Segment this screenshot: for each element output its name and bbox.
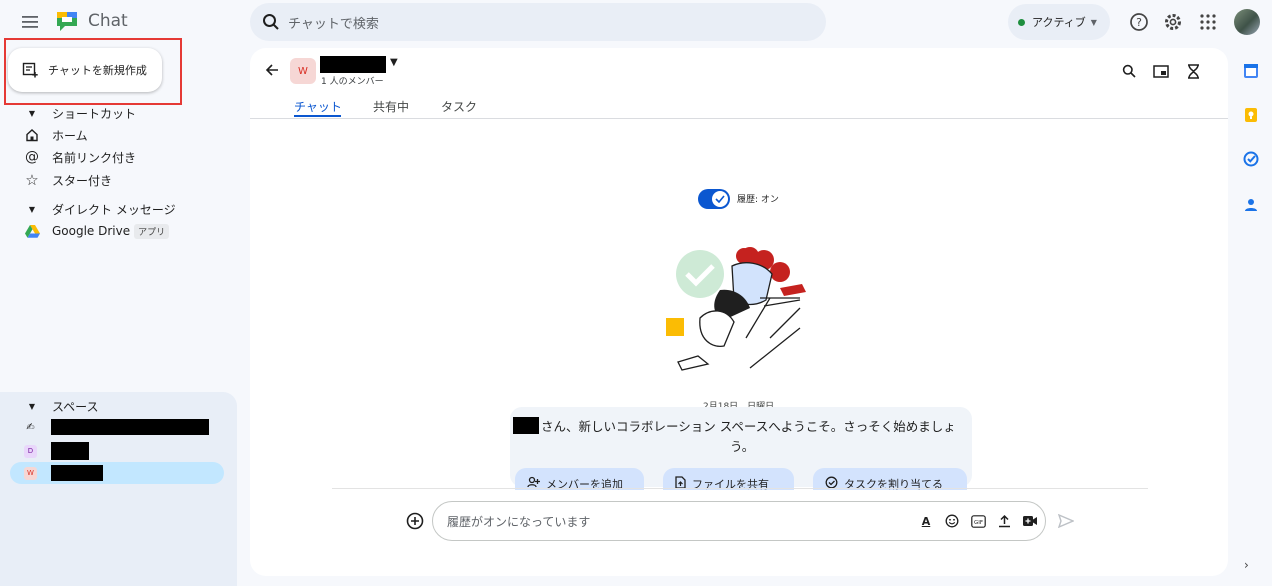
main-menu-button[interactable] [14, 8, 46, 36]
google-drive-icon [24, 224, 40, 238]
send-icon [1058, 514, 1074, 528]
gif-icon[interactable]: GIF [967, 510, 989, 532]
sidebar-item-label: 名前リンク付き [52, 150, 137, 165]
gear-icon [1165, 14, 1181, 30]
redacted-space-name [51, 419, 209, 435]
direct-messages-label: ダイレクト メッセージ [52, 202, 176, 217]
svg-text:GIF: GIF [973, 520, 982, 526]
space-item[interactable]: D [10, 440, 224, 462]
app-title: Chat [88, 11, 128, 31]
history-toggle[interactable] [698, 189, 730, 209]
shortcuts-section-toggle[interactable]: ▼ ショートカット [22, 102, 136, 124]
sidebar-item-label: スター付き [52, 173, 113, 188]
welcome-message: さん、新しいコラボレーション スペースへようこそ。さっそく始めましょ [541, 419, 956, 434]
at-sign-icon: @ [25, 149, 39, 165]
space-item-active[interactable]: W [10, 462, 224, 484]
space-avatar: W [290, 58, 316, 84]
history-label: 履歴: オン [737, 195, 779, 205]
tab-tasks[interactable]: タスク [441, 98, 477, 115]
format-text-icon[interactable]: A [915, 510, 937, 532]
space-details-button[interactable] [1182, 60, 1204, 82]
back-button[interactable] [262, 60, 282, 80]
status-dropdown[interactable]: アクティブ ▼ [1008, 4, 1110, 40]
spaces-label: スペース [52, 399, 99, 414]
sidebar-item-home[interactable]: ホーム [22, 124, 88, 146]
checkmark-icon [715, 195, 725, 203]
welcome-illustration [660, 238, 820, 378]
arrow-left-icon [265, 64, 278, 76]
emoji-icon[interactable] [941, 510, 963, 532]
add-members-button[interactable]: メンバーを追加 [515, 468, 644, 490]
video-meet-icon[interactable] [1019, 510, 1041, 532]
search-icon [1122, 64, 1136, 78]
send-button[interactable] [1055, 510, 1077, 532]
highlight-outline [4, 38, 182, 105]
direct-messages-section-toggle[interactable]: ▼ ダイレクト メッセージ [22, 198, 176, 220]
help-button[interactable]: ? [1126, 9, 1152, 35]
sidebar-item-mentions[interactable]: @ 名前リンク付き [22, 146, 136, 168]
redacted-space-title[interactable] [320, 56, 386, 73]
tab-divider [250, 118, 1228, 119]
keep-icon[interactable] [1240, 104, 1262, 126]
message-input[interactable]: 履歴がオンになっています [447, 513, 915, 530]
sidebar-item-google-drive[interactable]: Google Drive アプリ [22, 220, 170, 242]
tab-shared[interactable]: 共有中 [373, 98, 409, 115]
active-tab-indicator [294, 115, 341, 117]
composer-divider [332, 488, 1148, 489]
upload-icon[interactable] [993, 510, 1015, 532]
settings-button[interactable] [1160, 9, 1186, 35]
search-placeholder: チャットで検索 [288, 16, 379, 32]
shortcuts-label: ショートカット [52, 106, 137, 121]
active-status-dot [1018, 18, 1025, 26]
caret-down-icon: ▼ [28, 401, 36, 411]
space-w-badge: W [24, 466, 37, 480]
apps-grid-icon [1200, 14, 1216, 30]
message-composer[interactable]: 履歴がオンになっています A GIF [432, 501, 1046, 541]
chevron-down-icon[interactable]: ▼ [390, 57, 398, 68]
tasks-icon[interactable] [1240, 148, 1262, 170]
svg-text:?: ? [1136, 16, 1142, 29]
caret-down-icon: ▼ [28, 108, 36, 118]
contacts-icon[interactable] [1240, 194, 1262, 216]
caret-down-icon: ▼ [28, 204, 36, 214]
account-avatar[interactable] [1234, 9, 1260, 35]
redacted-user-name [513, 417, 539, 434]
search-icon [263, 14, 279, 30]
plus-circle-icon [406, 512, 424, 530]
calendar-icon[interactable] [1240, 60, 1262, 82]
hourglass-icon [1187, 63, 1199, 79]
app-tag-badge: アプリ [134, 223, 170, 239]
apps-button[interactable] [1195, 9, 1221, 35]
chevron-down-icon: ▼ [1090, 17, 1097, 27]
help-icon: ? [1130, 13, 1148, 31]
writing-hand-icon: ✍ [26, 421, 35, 433]
add-people-icon [527, 476, 540, 488]
member-count: 1 人のメンバー [321, 77, 384, 87]
share-file-button[interactable]: ファイルを共有 [663, 468, 794, 490]
redacted-space-name [51, 465, 103, 481]
welcome-message-continued: う。 [730, 439, 755, 454]
picture-in-picture-icon [1153, 64, 1169, 78]
sidebar-item-label: ホーム [52, 128, 88, 143]
sidebar-item-starred[interactable]: ☆ スター付き [22, 169, 112, 191]
search-bar[interactable]: チャットで検索 [250, 3, 826, 41]
assign-task-button[interactable]: タスクを割り当てる [813, 468, 967, 490]
tab-chat[interactable]: チャット [294, 98, 342, 115]
space-d-badge: D [24, 444, 37, 458]
redacted-space-name [51, 442, 89, 460]
chat-logo-icon [54, 9, 80, 35]
status-label: アクティブ [1032, 16, 1086, 29]
search-in-space-button[interactable] [1118, 60, 1140, 82]
hamburger-icon [22, 16, 38, 28]
add-attachment-button[interactable] [404, 510, 426, 532]
sidebar-item-label: Google Drive [52, 224, 131, 238]
space-item[interactable]: ✍ [10, 416, 224, 438]
home-icon [26, 129, 38, 142]
spaces-section-toggle[interactable]: ▼ スペース [22, 395, 99, 417]
chevron-right-icon[interactable]: › [1244, 558, 1249, 572]
open-in-popup-button[interactable] [1150, 60, 1172, 82]
star-icon: ☆ [25, 171, 39, 189]
